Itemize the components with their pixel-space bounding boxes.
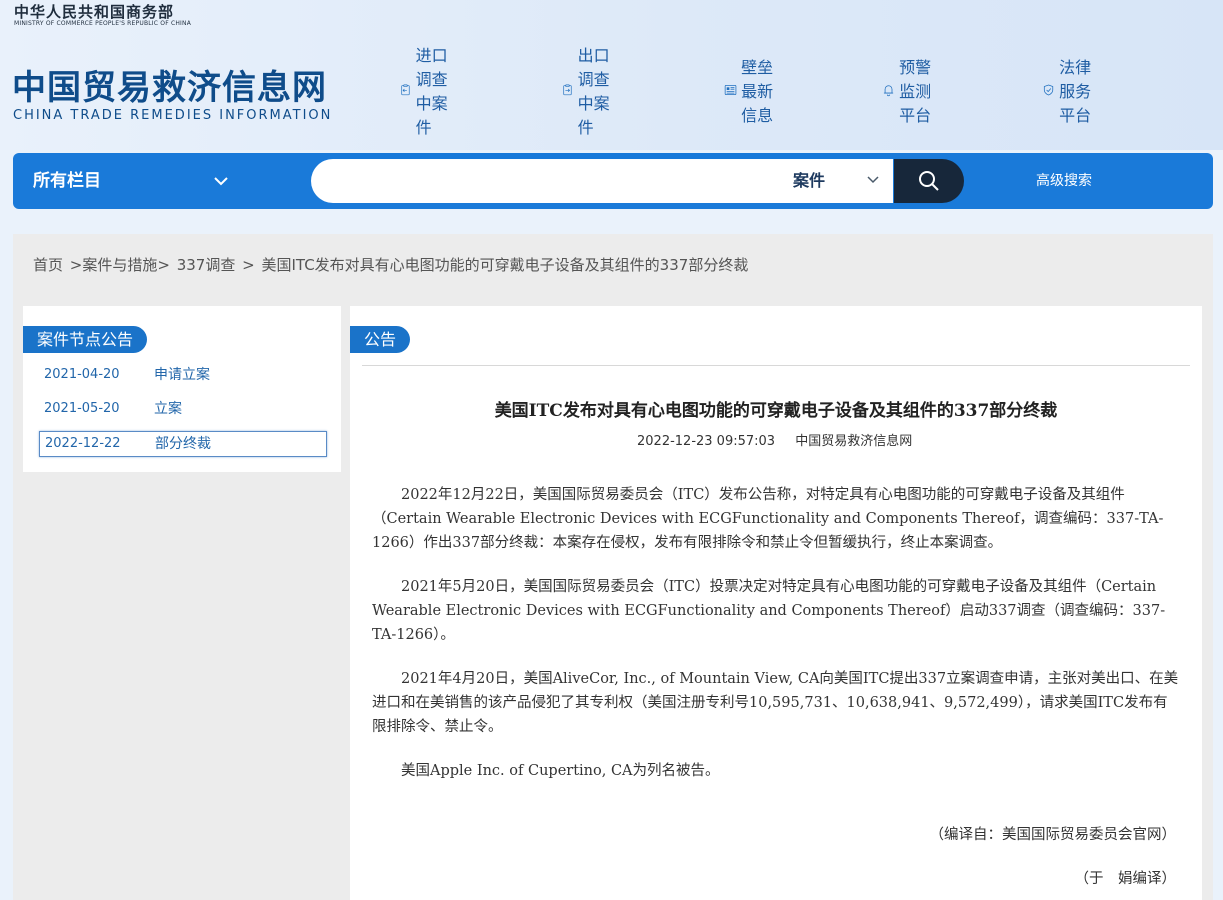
article-datetime: 2022-12-23 09:57:03 bbox=[637, 434, 776, 449]
site-logo-subtitle: CHINA TRADE REMEDIES INFORMATION bbox=[13, 108, 333, 123]
sidebar-item-partial-final[interactable]: 2022-12-22 部分终裁 bbox=[39, 431, 327, 457]
article-source-note: （编译自：美国国际贸易委员会官网） bbox=[929, 827, 1177, 843]
nav-label: 法律服务平台 bbox=[1059, 58, 1092, 125]
breadcrumb-separator: > bbox=[242, 256, 255, 274]
search-button[interactable] bbox=[894, 159, 964, 203]
ministry-name-cn[interactable]: 中华人民共和国商务部 bbox=[14, 1, 174, 22]
article-paragraph: 2021年4月20日，美国AliveCor, Inc., of Mountain… bbox=[372, 671, 1179, 735]
chevron-down-icon[interactable] bbox=[867, 175, 879, 185]
nav-import-cases[interactable]: 进口调查中案件 bbox=[400, 46, 454, 137]
section-tag: 公告 bbox=[350, 326, 411, 353]
nav-label: 出口调查中案件 bbox=[577, 46, 610, 137]
breadcrumb-337[interactable]: 337调查 bbox=[177, 256, 236, 274]
article-source: 中国贸易救济信息网 bbox=[795, 434, 913, 449]
shield-check-icon bbox=[1043, 84, 1054, 96]
breadcrumb-cases[interactable]: >案件与措施> bbox=[70, 256, 170, 274]
ministry-name-en: MINISTRY OF COMMERCE PEOPLE'S REPUBLIC O… bbox=[14, 20, 192, 27]
breadcrumb-current: 美国ITC发布对具有心电图功能的可穿戴电子设备及其组件的337部分终裁 bbox=[261, 256, 749, 274]
search-bar: 所有栏目 案件 高级搜索 bbox=[13, 153, 1213, 209]
article-translator-note: （于 娟编译） bbox=[1074, 871, 1177, 887]
item-label: 立案 bbox=[154, 401, 182, 417]
nav-export-cases[interactable]: 出口调查中案件 bbox=[562, 46, 616, 137]
advanced-search-link[interactable]: 高级搜索 bbox=[1036, 153, 1092, 209]
search-icon bbox=[919, 171, 939, 191]
article-panel: 公告 美国ITC发布对具有心电图功能的可穿戴电子设备及其组件的337部分终裁 2… bbox=[350, 306, 1202, 900]
chevron-down-icon[interactable] bbox=[213, 174, 229, 188]
all-columns-select[interactable]: 所有栏目 bbox=[33, 153, 101, 209]
divider bbox=[362, 365, 1190, 366]
news-panel-icon bbox=[724, 84, 737, 96]
item-label: 部分终裁 bbox=[155, 436, 211, 452]
case-node-sidebar: 案件节点公告 2021-04-20 申请立案 2021-05-20 立案 202… bbox=[23, 306, 341, 472]
nav-barrier-news[interactable]: 壁垒最新信息 bbox=[724, 58, 778, 125]
item-date: 2021-05-20 bbox=[44, 401, 120, 416]
nav-warning-platform[interactable]: 预警监测平台 bbox=[882, 58, 936, 125]
nav-label: 壁垒最新信息 bbox=[741, 58, 774, 125]
nav-label: 预警监测平台 bbox=[899, 58, 932, 125]
article-paragraph: 美国Apple Inc. of Cupertino, CA为列名被告。 bbox=[401, 763, 720, 779]
article-paragraph: 2022年12月22日，美国国际贸易委员会（ITC）发布公告称，对特定具有心电图… bbox=[372, 487, 1164, 551]
sidebar-title: 案件节点公告 bbox=[23, 326, 148, 353]
nav-label: 进口调查中案件 bbox=[415, 46, 448, 137]
breadcrumb: 首页 >案件与措施> 337调查 > 美国ITC发布对具有心电图功能的可穿戴电子… bbox=[33, 254, 750, 275]
export-clipboard-icon bbox=[563, 84, 572, 96]
nav-legal-platform[interactable]: 法律服务平台 bbox=[1042, 58, 1096, 125]
item-date: 2022-12-22 bbox=[45, 436, 121, 451]
item-label: 申请立案 bbox=[154, 367, 210, 383]
article-paragraph: 2021年5月20日，美国国际贸易委员会（ITC）投票决定对特定具有心电图功能的… bbox=[372, 579, 1166, 643]
breadcrumb-home[interactable]: 首页 bbox=[33, 256, 63, 274]
article-title: 美国ITC发布对具有心电图功能的可穿戴电子设备及其组件的337部分终裁 bbox=[494, 401, 1058, 421]
item-date: 2021-04-20 bbox=[44, 367, 120, 382]
site-logo-title[interactable]: 中国贸易救济信息网 bbox=[12, 60, 327, 109]
bell-icon bbox=[883, 85, 894, 97]
article-meta: 2022-12-23 09:57:03 中国贸易救济信息网 bbox=[637, 430, 912, 449]
category-select[interactable]: 案件 bbox=[793, 159, 825, 203]
import-clipboard-icon bbox=[401, 84, 410, 96]
